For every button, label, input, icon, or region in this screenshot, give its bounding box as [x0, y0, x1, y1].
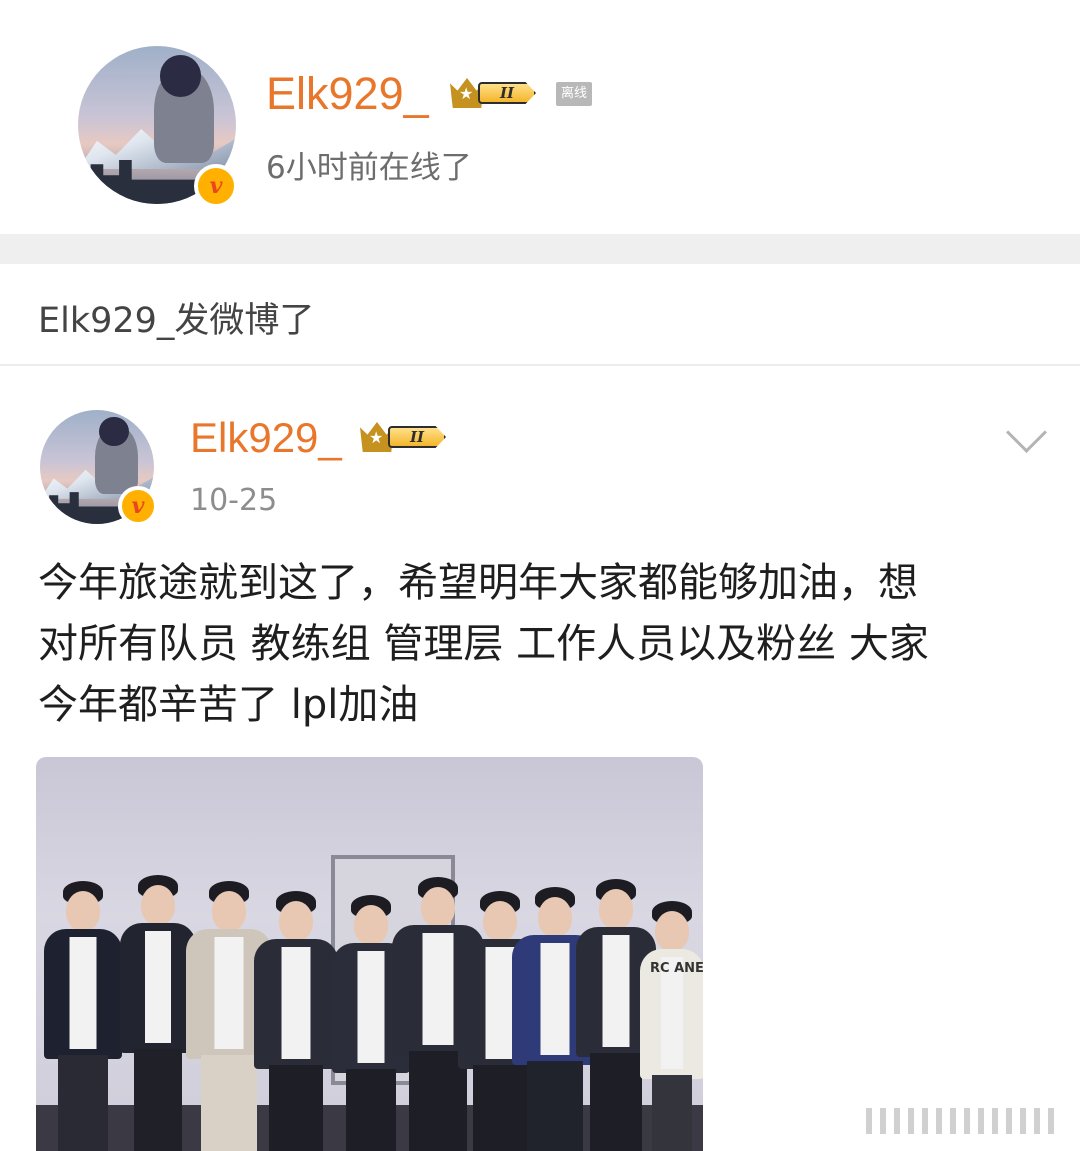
post-text-line: 对所有队员 教练组 管理层 工作人员以及粉丝 大家: [38, 621, 929, 667]
vip-crown-icon[interactable]: ★ II: [450, 78, 546, 108]
photo-person: [640, 901, 703, 1151]
post-username[interactable]: Elk929_: [190, 414, 342, 462]
verified-icon: v: [194, 164, 238, 208]
profile-username[interactable]: Elk929_: [266, 68, 429, 120]
post-text-line: 今年都辛苦了 lpl加油: [38, 682, 419, 728]
vip-level-label: II: [478, 82, 536, 104]
photo-person: [120, 875, 196, 1151]
vip-level-label: II: [388, 426, 446, 448]
last-online-text: 6小时前在线了: [266, 150, 472, 186]
post-date: 10-25: [190, 483, 278, 518]
section-separator: [0, 234, 1080, 264]
post-text: 今年旅途就到这了，希望明年大家都能够加油，想 对所有队员 教练组 管理层 工作人…: [38, 553, 1048, 736]
post-image[interactable]: RC ANE: [36, 757, 703, 1151]
post-text-line: 今年旅途就到这了，希望明年大家都能够加油，想: [38, 560, 918, 606]
chevron-down-icon[interactable]: [1005, 411, 1048, 454]
jacket-print: RC ANE: [650, 961, 703, 976]
photo-person: [254, 891, 338, 1151]
divider: [0, 364, 1080, 366]
section-title: Elk929_发微博了: [38, 301, 315, 341]
offline-status-badge: 离线: [556, 82, 592, 106]
verified-icon: v: [118, 486, 158, 526]
photo-person: [44, 881, 122, 1151]
profile-header: v Elk929_ ★ II 离线 6小时前在线了: [0, 0, 1080, 234]
vip-crown-icon[interactable]: ★ II: [360, 422, 456, 452]
